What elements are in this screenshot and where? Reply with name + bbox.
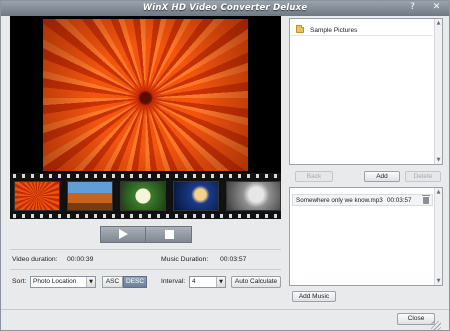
thumbnail-koala[interactable] [226,181,281,211]
music-list-scrollbar[interactable]: ▲ ▼ [434,188,442,285]
play-icon[interactable] [101,227,146,242]
thumbnail-white-flower[interactable] [120,181,166,211]
footer-divider [1,309,449,310]
divider [10,269,281,270]
chevron-down-icon: ▼ [216,277,225,287]
thumbnail-chrysanthemum[interactable] [14,181,60,211]
folder-list-scrollbar[interactable]: ▲ ▼ [434,19,442,164]
preview-image [43,19,248,171]
interval-label: Interval: [161,278,186,285]
filmstrip-sprockets-bottom [10,214,281,218]
scroll-down-icon[interactable]: ▼ [436,157,441,163]
window-title: WinX HD Video Converter Deluxe [142,3,308,13]
sort-select[interactable]: Photo Location ▼ [30,276,96,288]
folder-icon [296,25,304,33]
list-item[interactable]: Somewhere only we know.mp3 00:03:57 [292,194,433,206]
delete-button[interactable]: Delete [405,171,441,182]
add-button[interactable]: Add [364,171,400,182]
thumbnail-desert[interactable] [67,181,113,211]
list-item[interactable]: Sample Pictures [291,25,433,36]
asc-button[interactable]: ASC [102,276,123,288]
thumbnail-jellyfish[interactable] [173,181,219,211]
photo-preview [10,16,281,173]
scroll-up-icon[interactable]: ▲ [436,20,441,26]
sort-select-value: Photo Location [33,278,77,285]
folder-name: Sample Pictures [310,27,358,34]
filmstrip[interactable] [10,173,281,219]
scroll-up-icon[interactable]: ▲ [436,189,441,195]
music-duration-value: 00:03:57 [220,256,247,263]
music-list-panel[interactable]: Somewhere only we know.mp3 00:03:57 ▲ ▼ [289,187,443,286]
music-file-duration: 00:03:57 [387,197,412,204]
sort-label: Sort: [12,278,27,285]
video-duration-value: 00:00:39 [67,256,94,263]
filmstrip-sprockets-top [10,174,281,178]
divider [10,249,281,250]
title-bar[interactable]: WinX HD Video Converter Deluxe ? ✕ [1,1,449,16]
help-button[interactable]: ? [406,2,419,13]
music-file-name: Somewhere only we know.mp3 [296,197,383,204]
music-duration-label: Music Duration: [161,256,209,263]
app-window: WinX HD Video Converter Deluxe ? ✕ Video… [0,0,450,331]
auto-calculate-button[interactable]: Auto Calculate [231,276,281,288]
resize-grip[interactable] [431,321,441,330]
scroll-down-icon[interactable]: ▼ [436,278,441,284]
add-music-button[interactable]: Add Music [292,291,336,302]
video-duration-label: Video duration: [12,256,58,263]
trash-icon[interactable] [422,195,430,204]
desc-button[interactable]: DESC [123,276,147,288]
close-window-button[interactable]: ✕ [430,2,443,13]
stop-icon[interactable] [147,227,191,242]
interval-select[interactable]: 4 ▼ [189,276,226,288]
close-button[interactable]: Close [397,313,435,325]
folder-list-panel[interactable]: Sample Pictures ▲ ▼ [289,18,443,165]
chevron-down-icon: ▼ [86,277,95,287]
back-button[interactable]: Back [295,171,333,182]
interval-select-value: 4 [192,278,196,285]
transport-controls [100,226,192,243]
